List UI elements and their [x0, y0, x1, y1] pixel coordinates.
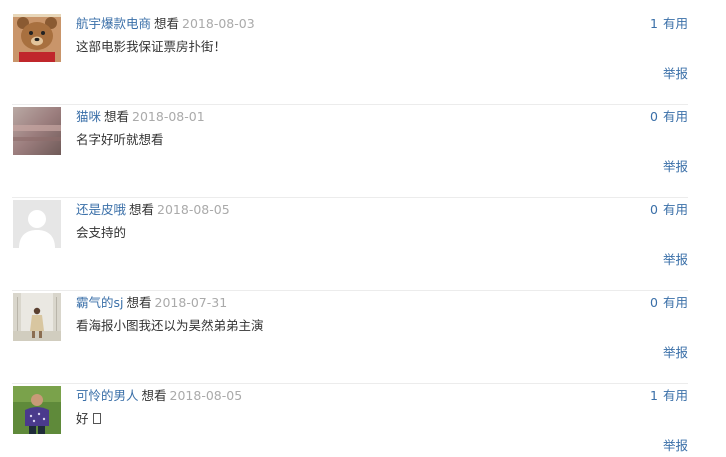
report-link[interactable]: 举报 — [663, 343, 688, 363]
report-link[interactable]: 举报 — [663, 64, 688, 84]
comment-content: 看海报小图我还以为昊然弟弟主演 — [76, 318, 264, 333]
useful-vote-button[interactable]: 0 有用 — [650, 107, 688, 127]
comment-item: 还是皮哦 想看 2018-08-05 0 有用 会支持的 举报 — [12, 198, 688, 291]
comment-item: 航宇爆款电商 想看 2018-08-03 1 有用 这部电影我保证票房扑街！ 举报 — [12, 12, 688, 105]
comment-date: 2018-08-01 — [132, 109, 205, 124]
default-user-avatar-icon[interactable] — [13, 200, 61, 248]
useful-label: 有用 — [662, 16, 688, 31]
useful-label: 有用 — [662, 388, 688, 403]
useful-vote-button[interactable]: 0 有用 — [650, 293, 688, 313]
comment-content: 好 — [76, 409, 101, 429]
useful-count: 1 — [650, 388, 658, 403]
blurry-photo-avatar-icon[interactable] — [13, 107, 61, 155]
useful-label: 有用 — [662, 295, 688, 310]
man-photo-avatar-icon[interactable] — [13, 386, 61, 434]
comment-date: 2018-08-05 — [157, 202, 230, 217]
username-link[interactable]: 航宇爆款电商 — [76, 16, 151, 31]
useful-count: 1 — [650, 16, 658, 31]
useful-label: 有用 — [662, 202, 688, 217]
status-label: 想看 — [104, 109, 130, 124]
comment-meta: 霸气的sj 想看 2018-07-31 — [76, 293, 227, 313]
useful-vote-button[interactable]: 1 有用 — [650, 14, 688, 34]
username-link[interactable]: 霸气的sj — [76, 295, 124, 310]
person-photo-avatar-icon[interactable] — [13, 293, 61, 341]
comment-content: 名字好听就想看 — [76, 132, 164, 147]
report-link[interactable]: 举报 — [663, 157, 688, 177]
comment-meta: 可怜的男人 想看 2018-08-05 — [76, 386, 242, 406]
comment-content: 这部电影我保证票房扑街！ — [76, 39, 227, 54]
username-link[interactable]: 还是皮哦 — [76, 202, 126, 217]
teddy-bear-avatar-icon[interactable] — [13, 14, 61, 62]
comment-date: 2018-08-03 — [182, 16, 255, 31]
comment-item: 猫咪 想看 2018-08-01 0 有用 名字好听就想看 举报 — [12, 105, 688, 198]
status-label: 想看 — [129, 202, 155, 217]
useful-vote-button[interactable]: 0 有用 — [650, 200, 688, 220]
status-label: 想看 — [141, 388, 167, 403]
useful-label: 有用 — [662, 109, 688, 124]
comment-item: 霸气的sj 想看 2018-07-31 0 有用 看海报小图我还以为昊然弟弟主演 举报 — [12, 291, 688, 384]
useful-count: 0 — [650, 295, 658, 310]
missing-glyph-icon — [92, 413, 101, 424]
username-link[interactable]: 可怜的男人 — [76, 388, 139, 403]
comment-text: 好 — [76, 411, 89, 426]
comment-meta: 猫咪 想看 2018-08-01 — [76, 107, 205, 127]
status-label: 想看 — [154, 16, 180, 31]
useful-vote-button[interactable]: 1 有用 — [650, 386, 688, 406]
comment-meta: 航宇爆款电商 想看 2018-08-03 — [76, 14, 255, 34]
report-link[interactable]: 举报 — [663, 436, 688, 456]
comment-item: 可怜的男人 想看 2018-08-05 1 有用 好 举报 — [12, 384, 688, 457]
useful-count: 0 — [650, 109, 658, 124]
comment-content: 会支持的 — [76, 225, 127, 240]
username-link[interactable]: 猫咪 — [76, 109, 101, 124]
comment-meta: 还是皮哦 想看 2018-08-05 — [76, 200, 230, 220]
status-label: 想看 — [126, 295, 152, 310]
comment-date: 2018-08-05 — [169, 388, 243, 403]
useful-count: 0 — [650, 202, 658, 217]
comment-date: 2018-07-31 — [154, 295, 228, 310]
report-link[interactable]: 举报 — [663, 250, 688, 270]
